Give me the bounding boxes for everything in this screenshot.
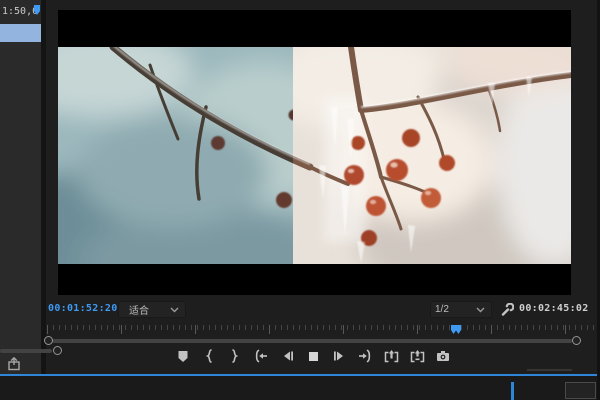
time-ruler[interactable] [47,325,595,335]
zoom-handle-right[interactable] [572,336,581,345]
mark-in-brace-icon [205,349,213,363]
step-forward-icon [333,350,346,362]
current-timecode[interactable]: 00:01:52:20 [48,303,118,314]
camera-icon [436,350,450,362]
bottom-panel-box-fragment[interactable] [565,382,596,399]
mark-out-brace-icon [231,349,239,363]
step-back-button[interactable] [278,346,296,366]
adjacent-panel: 1:50,0 [0,0,41,374]
bottom-panel [0,376,600,400]
monitor-controls-row: 00:01:52:20 适合 1/2 00:02:45:02 [46,301,597,319]
stop-square-icon [308,351,319,362]
video-preview-image [58,47,571,264]
step-back-icon [281,350,294,362]
adjacent-panel-zoom-handle[interactable] [53,346,62,355]
fit-zoom-dropdown[interactable]: 适合 [118,301,186,318]
export-icon[interactable] [7,357,21,371]
zoom-scroll-bar[interactable] [52,339,572,343]
step-forward-button[interactable] [330,346,348,366]
video-preview [58,47,571,264]
add-marker-button[interactable] [174,346,192,366]
playhead-mini-icon [34,5,40,15]
duration-timecode: 00:02:45:02 [519,303,589,314]
wrench-icon[interactable] [500,303,514,317]
mark-out-button[interactable] [226,346,244,366]
adjacent-panel-timecode[interactable]: 1:50,0 [2,6,38,17]
fit-zoom-label: 适合 [129,302,170,317]
go-to-in-button[interactable] [252,346,270,366]
bottom-panel-playhead-fragment [511,382,514,400]
premiere-program-monitor: 1:50,0 [0,0,600,400]
resolution-label: 1/2 [435,304,476,315]
playhead[interactable] [451,325,461,335]
chevron-down-icon [170,307,179,313]
go-to-out-icon [357,349,373,363]
lift-icon [384,349,399,363]
extract-icon [410,349,425,363]
transport-controls [174,345,452,367]
lift-button[interactable] [382,346,400,366]
go-to-in-icon [253,349,269,363]
marker-icon [177,350,189,363]
play-stop-button[interactable] [304,346,322,366]
program-monitor-panel: 00:01:52:20 适合 1/2 00:02:45:02 [46,0,597,374]
adjacent-panel-zoombar[interactable] [0,349,52,353]
resolution-dropdown[interactable]: 1/2 [430,301,492,318]
chevron-down-icon [476,307,485,313]
clip-bar[interactable] [0,24,41,42]
extract-button[interactable] [408,346,426,366]
video-frame [58,10,571,295]
scrollbar-fragment[interactable] [527,369,572,371]
zoom-handle-left[interactable] [44,336,53,345]
go-to-out-button[interactable] [356,346,374,366]
export-frame-button[interactable] [434,346,452,366]
mark-in-button[interactable] [200,346,218,366]
